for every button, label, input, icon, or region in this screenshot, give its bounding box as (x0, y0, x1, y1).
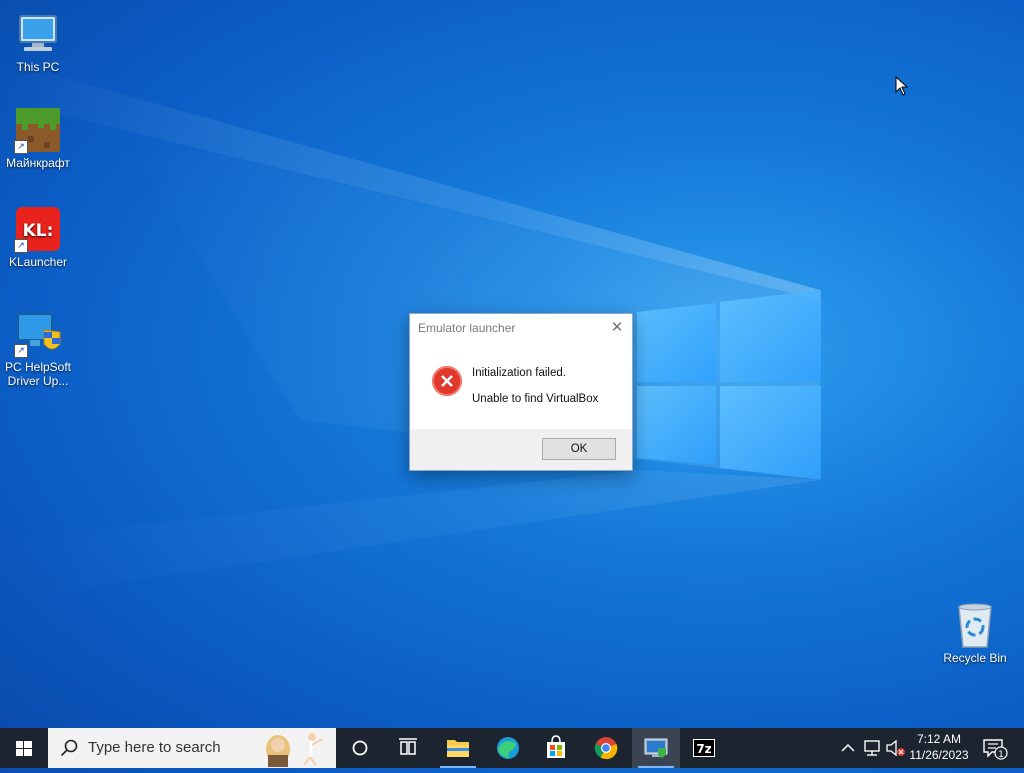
dialog-message-line2: Unable to find VirtualBox (472, 393, 599, 405)
driver-updater-icon: ↗ (14, 310, 62, 358)
task-view-button[interactable] (384, 728, 432, 768)
volume-tray-button[interactable] (884, 728, 908, 768)
minecraft-icon: ↗ (14, 106, 62, 154)
desktop-icon-this-pc[interactable]: This PC (0, 10, 76, 74)
taskbar: Type here to search 7z 7:12 AM 11/26/202… (0, 728, 1024, 768)
network-tray-button[interactable] (860, 728, 884, 768)
desktop-icon-label: PC HelpSoft Driver Up... (4, 360, 72, 388)
shortcut-arrow-icon: ↗ (14, 140, 28, 154)
taskbar-file-explorer[interactable] (434, 728, 482, 768)
mouse-cursor-icon (895, 76, 909, 96)
taskbar-edge[interactable] (484, 728, 532, 768)
search-icon (60, 739, 78, 757)
clock-time: 7:12 AM (916, 732, 962, 746)
shortcut-arrow-icon: ↗ (14, 344, 28, 358)
cortana-button[interactable] (336, 728, 384, 768)
start-button[interactable] (0, 728, 48, 768)
action-center-button[interactable]: 1 (980, 728, 1024, 768)
taskbar-7zip[interactable]: 7z (680, 728, 728, 768)
desktop-icon-label: KLauncher (8, 255, 68, 269)
desktop-icon-label: This PC (16, 60, 60, 74)
desktop-icon-minecraft[interactable]: ↗ Майнкрафт (0, 106, 76, 170)
edge-icon (497, 737, 519, 759)
volume-muted-icon (886, 739, 905, 757)
close-button[interactable]: ✕ (602, 314, 632, 342)
desktop-icon-recycle-bin[interactable]: Recycle Bin (937, 601, 1013, 665)
dialog-title: Emulator launcher (418, 321, 516, 335)
taskbar-emulator-app[interactable] (632, 728, 680, 768)
clock-date: 11/26/2023 (909, 748, 969, 762)
desktop[interactable]: This PC ↗ Майнкрафт KL: ↗ KLauncher ↗ PC… (0, 0, 1024, 728)
this-pc-icon (14, 10, 62, 58)
taskbar-chrome[interactable] (582, 728, 630, 768)
shortcut-arrow-icon: ↗ (14, 239, 28, 253)
dialog-body: Initialization failed. Unable to find Vi… (410, 342, 632, 428)
search-placeholder: Type here to search (88, 739, 221, 756)
notification-icon: 1 (983, 739, 1008, 760)
show-hidden-icons-button[interactable] (836, 728, 860, 768)
taskbar-search-box[interactable]: Type here to search (48, 728, 336, 768)
windows-start-icon (16, 741, 32, 756)
desktop-icon-label: Майнкрафт (6, 156, 70, 170)
chrome-icon (594, 737, 618, 760)
dialog-footer: OK (410, 429, 632, 470)
svg-text:KL:: KL: (23, 221, 54, 241)
cortana-icon (352, 740, 368, 756)
store-icon (547, 735, 565, 758)
emulator-app-icon (644, 738, 668, 758)
dialog-titlebar[interactable]: Emulator launcher ✕ (410, 314, 632, 342)
klauncher-icon: KL: ↗ (14, 205, 62, 253)
taskbar-clock[interactable]: 7:12 AM 11/26/2023 (906, 731, 972, 763)
taskbar-store[interactable] (532, 728, 580, 768)
7zip-icon: 7z (693, 739, 715, 757)
error-dialog[interactable]: Emulator launcher ✕ Initialization faile… (409, 313, 633, 471)
svg-text:7z: 7z (696, 742, 711, 756)
chevron-up-icon (841, 743, 855, 752)
recycle-bin-icon (951, 601, 999, 649)
dialog-message-line1: Initialization failed. (472, 367, 566, 379)
network-icon (864, 740, 880, 756)
file-explorer-icon (447, 740, 469, 757)
desktop-icon-klauncher[interactable]: KL: ↗ KLauncher (0, 205, 76, 269)
search-highlight-illustration-icon (266, 733, 323, 767)
notification-count-badge: 1 (998, 750, 1004, 760)
desktop-icon-pc-helpsoft[interactable]: ↗ PC HelpSoft Driver Up... (0, 310, 76, 388)
task-view-icon (399, 738, 417, 755)
error-icon (432, 366, 462, 396)
desktop-icon-label: Recycle Bin (943, 651, 1007, 665)
ok-button[interactable]: OK (542, 438, 616, 460)
